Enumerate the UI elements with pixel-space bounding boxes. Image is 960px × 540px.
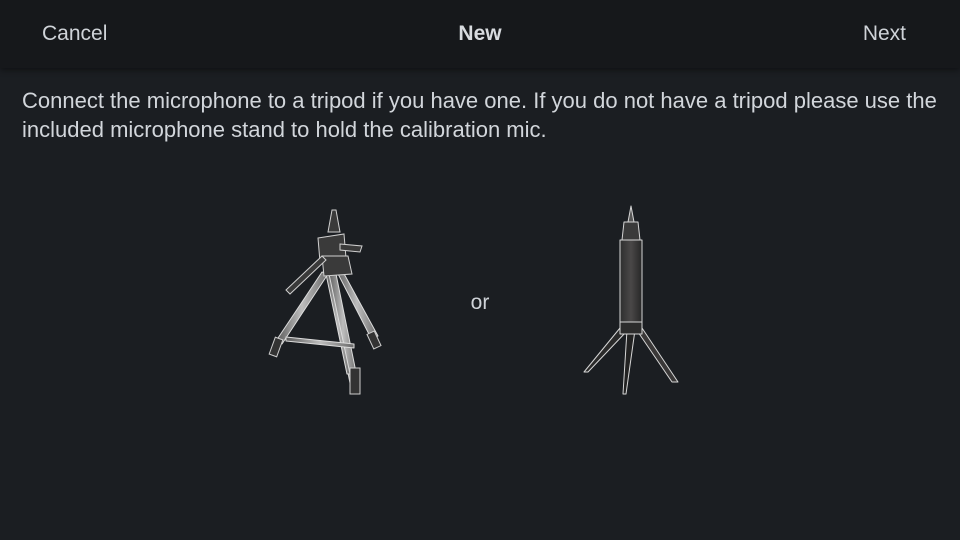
instructions-text: Connect the microphone to a tripod if yo…: [22, 88, 937, 142]
next-button[interactable]: Next: [863, 20, 906, 48]
or-label: or: [470, 291, 490, 314]
tripod-icon: [266, 204, 386, 404]
microphone-stand-icon: [580, 204, 684, 404]
top-bar: Cancel New Next: [0, 0, 960, 68]
page-title: New: [458, 22, 502, 45]
